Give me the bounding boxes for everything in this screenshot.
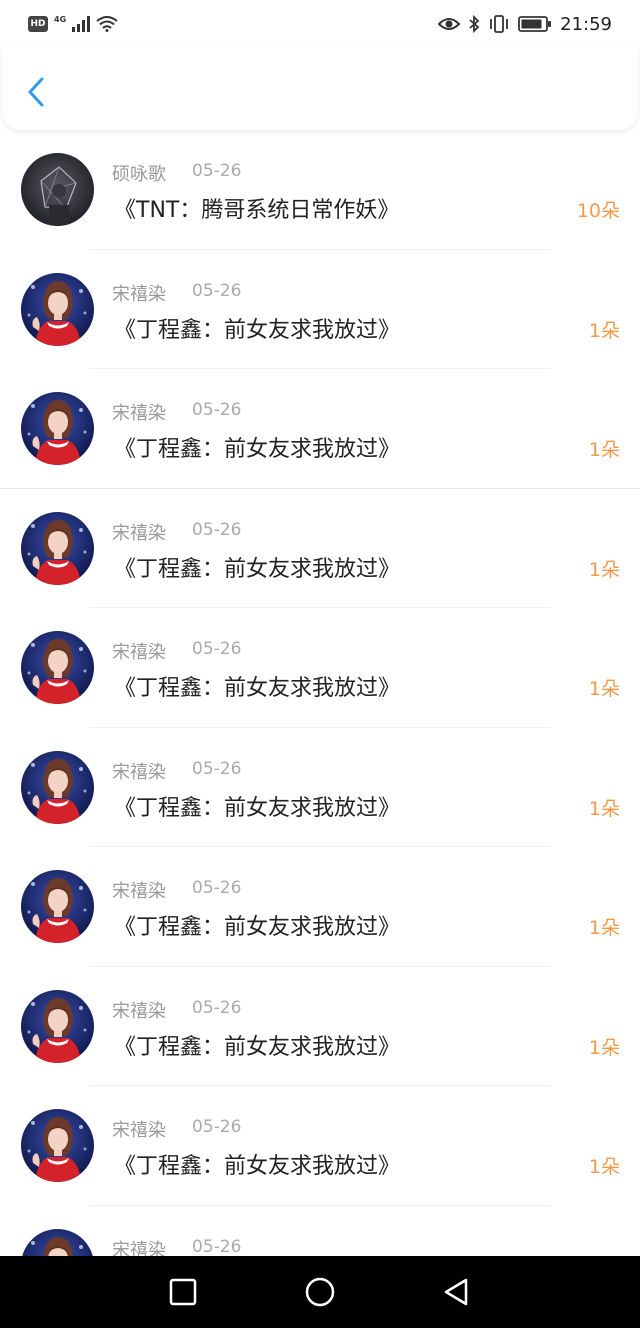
recent-apps-button[interactable] bbox=[165, 1274, 201, 1310]
sender-name: 宋禧染 bbox=[112, 283, 166, 305]
flower-count: 1朵 bbox=[588, 558, 620, 581]
book-title[interactable]: 《丁程鑫：前女友求我放过》 bbox=[114, 670, 400, 702]
vibrate-icon bbox=[490, 15, 509, 33]
item-date: 05-26 bbox=[192, 519, 242, 540]
flower-count: 1朵 bbox=[588, 1036, 620, 1059]
avatar[interactable] bbox=[21, 631, 94, 704]
clock: 21:59 bbox=[560, 13, 612, 35]
back-triangle-icon bbox=[444, 1278, 468, 1306]
book-title[interactable]: 《丁程鑫：前女友求我放过》 bbox=[114, 312, 400, 344]
book-title[interactable]: 《丁程鑫：前女友求我放过》 bbox=[114, 1148, 400, 1180]
back-button[interactable] bbox=[22, 76, 50, 108]
home-button[interactable] bbox=[302, 1274, 338, 1310]
flower-count: 1朵 bbox=[588, 1156, 620, 1178]
book-title[interactable]: 《丁程鑫：前女友求我放过》 bbox=[114, 790, 400, 822]
list-item[interactable]: 宋禧染 05-26 《丁程鑫：前女友求我放过》 1朵 bbox=[0, 728, 640, 847]
recent-apps-icon bbox=[169, 1278, 197, 1306]
avatar[interactable] bbox=[21, 272, 94, 346]
avatar[interactable] bbox=[21, 1228, 94, 1256]
item-date: 05-26 bbox=[192, 400, 242, 420]
avatar[interactable] bbox=[21, 989, 94, 1063]
eye-icon bbox=[438, 18, 461, 30]
network-type: 4G bbox=[54, 14, 67, 24]
item-date: 05-26 bbox=[192, 758, 242, 779]
sender-name: 宋禧染 bbox=[112, 1239, 166, 1257]
flower-count: 1朵 bbox=[588, 319, 620, 342]
item-date: 05-26 bbox=[192, 878, 242, 898]
avatar[interactable] bbox=[21, 870, 94, 943]
avatar[interactable] bbox=[21, 750, 94, 824]
sender-name: 宋禧染 bbox=[112, 403, 166, 424]
item-date: 05-26 bbox=[192, 280, 242, 301]
list-item[interactable]: 宋禧染 05-26 《丁程鑫：前女友求我放过》 1朵 bbox=[0, 967, 640, 1086]
chevron-left-icon bbox=[28, 77, 44, 107]
list-item[interactable]: 宋禧染 05-26 《丁程鑫：前女友求我放过》 1朵 bbox=[0, 1086, 640, 1206]
sender-name: 宋禧染 bbox=[112, 1000, 166, 1022]
home-icon bbox=[305, 1277, 335, 1307]
item-date: 05-26 bbox=[192, 639, 242, 659]
list-item[interactable]: 宋禧染 05-26 《丁程鑫：前女友求我放过》 1朵 bbox=[0, 250, 640, 369]
status-right: 21:59 bbox=[438, 12, 612, 36]
list-item[interactable]: 宋禧染 05-26 bbox=[0, 1206, 640, 1257]
book-title[interactable]: 《丁程鑫：前女友求我放过》 bbox=[114, 909, 400, 941]
item-date: 05-26 bbox=[192, 997, 242, 1018]
book-title[interactable]: 《丁程鑫：前女友求我放过》 bbox=[114, 431, 400, 463]
nav-back-button[interactable] bbox=[438, 1274, 474, 1310]
sender-name: 宋禧染 bbox=[112, 1120, 166, 1141]
list-item[interactable]: 宋禧染 05-26 《丁程鑫：前女友求我放过》 1朵 bbox=[0, 847, 640, 967]
item-date: 05-26 bbox=[192, 161, 242, 181]
status-left: HD 4G bbox=[28, 12, 118, 36]
item-date: 05-26 bbox=[192, 1117, 242, 1137]
battery-icon bbox=[518, 16, 552, 32]
avatar[interactable] bbox=[21, 392, 94, 465]
book-title[interactable]: 《丁程鑫：前女友求我放过》 bbox=[114, 551, 400, 583]
list-item[interactable]: 宋禧染 05-26 《丁程鑫：前女友求我放过》 1朵 bbox=[0, 608, 640, 728]
gift-record-list: 硕咏歌 05-26 《TNT：腾哥系统日常作妖》 10朵宋禧染 05-26 《丁程鑫：前女… bbox=[0, 130, 640, 1256]
item-date: 05-26 bbox=[192, 1236, 242, 1257]
avatar[interactable] bbox=[21, 153, 94, 226]
avatar[interactable] bbox=[21, 1109, 94, 1182]
signal-icon bbox=[72, 16, 91, 32]
hd-badge: HD bbox=[28, 16, 48, 32]
header-bar bbox=[2, 48, 638, 130]
bluetooth-icon bbox=[469, 15, 480, 33]
flower-count: 1朵 bbox=[588, 439, 620, 461]
flower-count: 1朵 bbox=[588, 678, 620, 700]
flower-count: 1朵 bbox=[588, 797, 620, 820]
sender-name: 硕咏歌 bbox=[112, 164, 166, 185]
status-bar: HD 4G 21:59 bbox=[0, 0, 640, 48]
wifi-icon bbox=[96, 16, 118, 32]
flower-count: 10朵 bbox=[576, 200, 620, 222]
sender-name: 宋禧染 bbox=[112, 522, 166, 544]
list-item[interactable]: 宋禧染 05-26 《丁程鑫：前女友求我放过》 1朵 bbox=[0, 369, 640, 489]
sender-name: 宋禧染 bbox=[112, 881, 166, 902]
sender-name: 宋禧染 bbox=[112, 761, 166, 783]
sender-name: 宋禧染 bbox=[112, 642, 166, 663]
list-item[interactable]: 宋禧染 05-26 《丁程鑫：前女友求我放过》 1朵 bbox=[0, 489, 640, 608]
list-item[interactable]: 硕咏歌 05-26 《TNT：腾哥系统日常作妖》 10朵 bbox=[0, 130, 640, 250]
book-title[interactable]: 《丁程鑫：前女友求我放过》 bbox=[114, 1029, 400, 1061]
flower-count: 1朵 bbox=[588, 917, 620, 939]
system-nav-bar bbox=[0, 1256, 640, 1328]
book-title[interactable]: 《TNT：腾哥系统日常作妖》 bbox=[114, 192, 399, 224]
avatar[interactable] bbox=[21, 511, 94, 585]
